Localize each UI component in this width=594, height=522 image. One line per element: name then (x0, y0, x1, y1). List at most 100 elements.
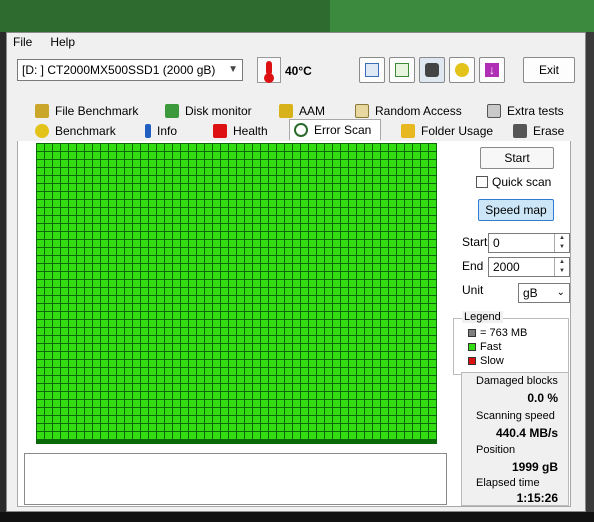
scan-block (269, 312, 276, 319)
scan-block (373, 256, 380, 263)
scan-block (237, 224, 244, 231)
scan-block (357, 144, 364, 151)
scan-block (157, 208, 164, 215)
scan-block (133, 336, 140, 343)
start-field-value: 0 (493, 236, 500, 250)
scan-block (53, 288, 60, 295)
scan-block (197, 432, 204, 439)
scan-block (37, 368, 44, 375)
scan-block (85, 360, 92, 367)
scan-block (45, 336, 52, 343)
scan-block (205, 304, 212, 311)
scan-block (309, 304, 316, 311)
screenshot-button[interactable] (419, 57, 445, 83)
tab-aam[interactable]: AAM (275, 101, 325, 120)
scan-block (117, 176, 124, 183)
scan-block (205, 424, 212, 431)
scan-block (173, 248, 180, 255)
scan-block (69, 312, 76, 319)
scan-block (85, 256, 92, 263)
scan-block (69, 216, 76, 223)
scan-block (237, 192, 244, 199)
exit-button[interactable]: Exit (523, 57, 575, 83)
tab-health[interactable]: Health (209, 121, 268, 140)
scan-block (253, 288, 260, 295)
copy-info-button[interactable] (359, 57, 385, 83)
scan-block (101, 392, 108, 399)
scan-block (165, 392, 172, 399)
scan-block (285, 256, 292, 263)
menu-help[interactable]: Help (50, 35, 75, 49)
scan-block (221, 320, 228, 327)
scan-block (117, 160, 124, 167)
scan-block (285, 424, 292, 431)
scan-block (61, 360, 68, 367)
end-field[interactable]: 2000 ▲ ▼ (488, 257, 570, 277)
quick-scan-option[interactable]: Quick scan (476, 175, 551, 189)
scan-block (93, 216, 100, 223)
start-field[interactable]: 0 ▲ ▼ (488, 233, 570, 253)
scan-block (269, 216, 276, 223)
options-button[interactable] (449, 57, 475, 83)
scan-block (357, 152, 364, 159)
scan-block (109, 296, 116, 303)
save-button[interactable]: ↓ (479, 57, 505, 83)
tab-label: Extra tests (507, 103, 564, 118)
scan-block (421, 240, 428, 247)
scan-block (229, 152, 236, 159)
tab-error-scan[interactable]: Error Scan (289, 119, 381, 140)
scan-block (237, 416, 244, 423)
scan-block (85, 280, 92, 287)
scan-block (277, 416, 284, 423)
start-scan-button[interactable]: Start (480, 147, 554, 169)
tab-extra-tests[interactable]: Extra tests (483, 101, 564, 120)
scan-block (125, 216, 132, 223)
scan-block (109, 344, 116, 351)
scan-block (69, 168, 76, 175)
tab-random-access[interactable]: Random Access (351, 101, 462, 120)
scan-block (293, 184, 300, 191)
scan-block (181, 200, 188, 207)
scan-block (173, 408, 180, 415)
tab-benchmark[interactable]: Benchmark (31, 121, 116, 140)
scan-block (301, 328, 308, 335)
scan-block (149, 272, 156, 279)
unit-select[interactable]: gB ⌄ (518, 283, 570, 303)
tab-disk-monitor[interactable]: Disk monitor (161, 101, 252, 120)
scan-block (125, 320, 132, 327)
scan-block (117, 272, 124, 279)
tab-folder-usage[interactable]: Folder Usage (397, 121, 493, 140)
spinner-arrows-icon[interactable]: ▲ ▼ (554, 258, 569, 276)
speed-map-button[interactable]: Speed map (478, 199, 554, 221)
scan-block (189, 400, 196, 407)
scan-block (133, 216, 140, 223)
scan-block (173, 312, 180, 319)
scan-block (237, 232, 244, 239)
scan-block (101, 168, 108, 175)
quick-scan-checkbox[interactable] (476, 176, 488, 188)
scan-block (221, 264, 228, 271)
copy-text-button[interactable] (389, 57, 415, 83)
scan-block (229, 432, 236, 439)
tab-file-benchmark[interactable]: File Benchmark (31, 101, 138, 120)
drive-select[interactable]: [D: ] CT2000MX500SSD1 (2000 gB) ▼ (17, 59, 243, 81)
scan-block (93, 360, 100, 367)
tab-erase[interactable]: Erase (509, 121, 564, 140)
scan-block (157, 432, 164, 439)
scan-block (325, 272, 332, 279)
scan-block (133, 240, 140, 247)
scan-block (85, 160, 92, 167)
scan-block (421, 344, 428, 351)
scan-block (317, 432, 324, 439)
scan-block (397, 184, 404, 191)
scan-block (341, 152, 348, 159)
scan-block (309, 392, 316, 399)
scan-block (405, 192, 412, 199)
scan-block (245, 184, 252, 191)
tab-info[interactable]: Info (141, 121, 177, 140)
menu-file[interactable]: File (13, 35, 32, 49)
scan-block (357, 392, 364, 399)
scan-block (269, 192, 276, 199)
spinner-arrows-icon[interactable]: ▲ ▼ (554, 234, 569, 252)
scan-block (125, 184, 132, 191)
